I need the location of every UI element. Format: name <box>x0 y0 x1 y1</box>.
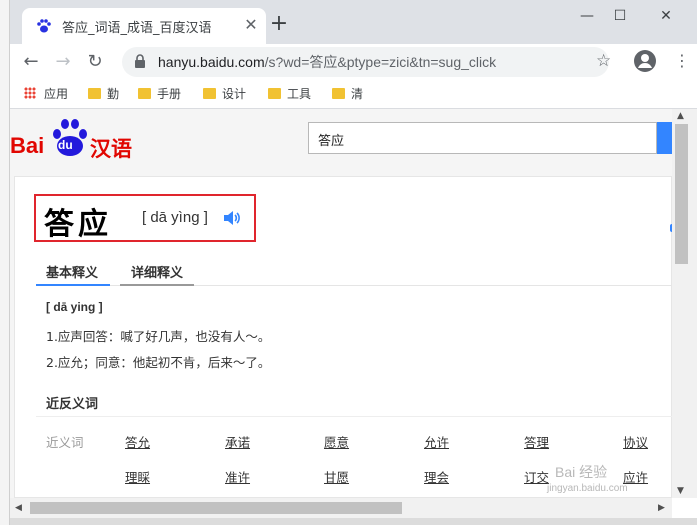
entry-pinyin: [ dā yìng ] <box>142 209 208 226</box>
active-tab-underline <box>36 284 110 286</box>
section-title: 近反义词 <box>46 397 99 412</box>
bookmark-apps[interactable]: 应用 <box>24 86 68 102</box>
tab-detailed-definition[interactable]: 详细释义 <box>131 262 183 281</box>
search-button[interactable] <box>657 122 672 154</box>
folder-icon <box>332 88 345 99</box>
synonym-link[interactable]: 准许 <box>225 467 250 486</box>
tab-underline <box>120 284 194 286</box>
horizontal-scroll-thumb[interactable] <box>30 502 402 514</box>
scroll-right-icon[interactable]: ▶ <box>658 503 665 513</box>
browser-window: 答应_词语_成语_百度汉语 ✕ + — ☐ ✕ ← → ↻ hanyu.baid… <box>10 0 697 525</box>
tab-title: 答应_词语_成语_百度汉语 <box>62 21 212 36</box>
synonym-link[interactable]: 理会 <box>424 467 449 486</box>
tab-basic-definition[interactable]: 基本释义 <box>46 262 98 281</box>
browser-tab[interactable]: 答应_词语_成语_百度汉语 ✕ <box>22 8 266 44</box>
definition-pinyin: [ dā ying ] <box>46 300 103 314</box>
entry-word: 答应 <box>44 207 112 242</box>
new-tab-button[interactable]: + <box>268 13 290 36</box>
scroll-left-icon[interactable]: ◀ <box>15 503 22 513</box>
synonym-link[interactable]: 协议 <box>623 432 648 451</box>
bookmark-folder-2[interactable]: 手册 <box>138 86 181 102</box>
definition-2: 2.应允；同意：他起初不肯，后来～了。 <box>46 355 271 370</box>
watermark-url: jingyan.baidu.com <box>547 483 628 494</box>
synonym-link[interactable]: 答理 <box>524 432 549 451</box>
desktop-background <box>0 0 10 525</box>
bookmark-folder-5[interactable]: 清 <box>332 86 363 102</box>
bookmark-folder-1[interactable]: 勤 <box>88 86 119 102</box>
folder-icon <box>138 88 151 99</box>
minimize-button[interactable]: — <box>572 6 602 26</box>
scroll-down-icon[interactable]: ▼ <box>677 486 684 496</box>
folder-icon <box>88 88 101 99</box>
close-window-button[interactable]: ✕ <box>651 6 681 26</box>
folder-icon <box>268 88 281 99</box>
forward-button[interactable]: → <box>51 50 75 74</box>
menu-icon[interactable]: ⋮ <box>674 51 690 70</box>
back-button[interactable]: ← <box>19 50 43 74</box>
synonym-link[interactable]: 承诺 <box>225 432 250 451</box>
baidu-hanyu-logo[interactable]: Bai du 汉语 <box>10 117 135 161</box>
search-input-value: 答应 <box>318 134 345 149</box>
lock-icon[interactable] <box>134 53 146 69</box>
bookmark-star-icon[interactable]: ☆ <box>596 51 611 71</box>
logo-bai: Bai <box>10 133 45 158</box>
speaker-icon[interactable] <box>223 210 241 226</box>
vertical-scroll-thumb[interactable] <box>675 124 688 264</box>
synonym-link[interactable]: 理睬 <box>125 467 150 486</box>
person-icon <box>638 54 652 68</box>
scroll-up-icon[interactable]: ▲ <box>677 111 684 121</box>
synonym-link[interactable]: 允许 <box>424 432 449 451</box>
logo-du: du <box>58 138 73 152</box>
baidu-paw-icon <box>37 19 51 33</box>
apps-icon <box>24 87 36 99</box>
window-bottom-edge <box>10 518 697 525</box>
synonym-link[interactable]: 愿意 <box>324 432 349 451</box>
maximize-button[interactable]: ☐ <box>605 6 635 26</box>
bookmark-folder-4[interactable]: 工具 <box>268 86 311 102</box>
bookmark-folder-3[interactable]: 设计 <box>203 86 246 102</box>
synonym-label: 近义词 <box>46 435 84 450</box>
reload-button[interactable]: ↻ <box>83 50 107 74</box>
section-divider <box>36 416 672 417</box>
synonym-link[interactable]: 答允 <box>125 432 150 451</box>
synonym-link[interactable]: 订交 <box>524 467 549 486</box>
url-text: hanyu.baidu.com/s?wd=答应&ptype=zici&tn=su… <box>158 54 497 70</box>
tab-close-icon[interactable]: ✕ <box>241 15 261 35</box>
profile-avatar[interactable] <box>634 50 656 72</box>
watermark: Bai 经验 <box>555 464 608 480</box>
folder-icon <box>203 88 216 99</box>
logo-hanyu: 汉语 <box>90 137 132 161</box>
definition-1: 1.应声回答：喊了好几声，也没有人～。 <box>46 329 271 344</box>
synonym-link[interactable]: 甘愿 <box>324 467 349 486</box>
search-input[interactable] <box>308 122 657 154</box>
